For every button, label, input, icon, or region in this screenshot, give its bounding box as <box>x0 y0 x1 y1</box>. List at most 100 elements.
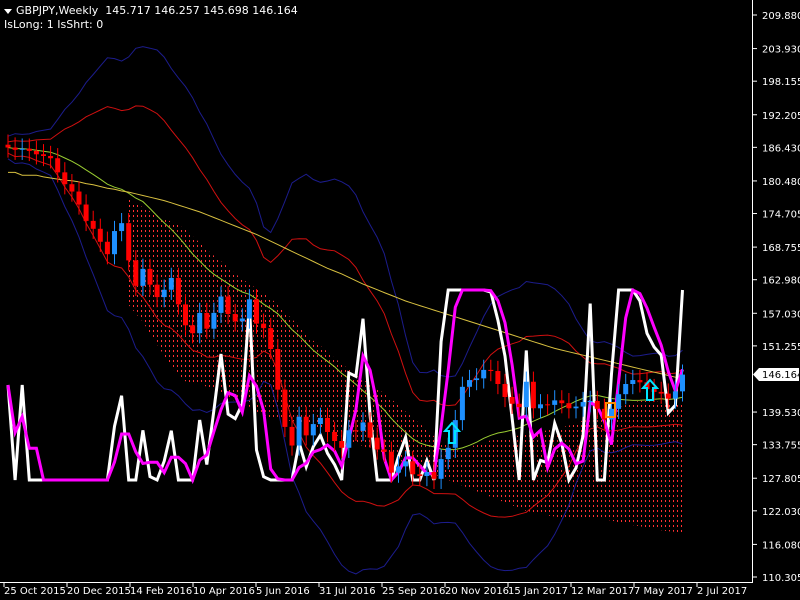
candle-body <box>552 400 558 405</box>
candle-body <box>573 406 579 409</box>
candle-body <box>41 154 46 156</box>
candle-body <box>83 204 89 221</box>
price-tick-label: 122.030 <box>762 507 800 518</box>
price-tick-label: 203.930 <box>762 45 800 56</box>
price-tick-label: 192.205 <box>762 111 800 122</box>
ohlc-values: 145.717 146.257 145.698 146.164 <box>105 4 298 17</box>
candle-body <box>112 231 117 255</box>
candle-body <box>403 461 409 467</box>
candle-body <box>580 402 586 407</box>
candle-body <box>545 404 551 406</box>
candle-body <box>76 191 82 205</box>
candle-body <box>658 391 664 394</box>
candle-body <box>211 312 217 329</box>
candle-body <box>445 447 451 460</box>
candle-body <box>672 391 678 399</box>
price-tick-label: 162.980 <box>762 276 800 287</box>
price-tick-label: 180.480 <box>762 177 800 188</box>
candle-body <box>168 277 174 290</box>
candle-body <box>388 451 394 473</box>
price-tick-label: 209.880 <box>762 11 800 22</box>
candle-body <box>133 260 139 286</box>
candle-body <box>289 426 295 446</box>
candle-body <box>346 430 352 448</box>
candle-body <box>261 323 267 329</box>
candle-body <box>474 378 480 381</box>
chart-header: GBPJPY,Weekly 145.717 146.257 145.698 14… <box>4 4 298 17</box>
candle-body <box>204 312 210 329</box>
candle-body <box>197 312 203 334</box>
candle-body <box>282 389 288 427</box>
candle-body <box>332 431 338 442</box>
candle-body <box>246 299 252 319</box>
symbol-label: GBPJPY,Weekly <box>16 4 99 17</box>
time-tick-label: 12 Mar 2017 <box>571 586 634 597</box>
candle-body <box>90 220 96 229</box>
candle-body <box>417 474 423 477</box>
current-price-tag: 146.164 <box>753 368 800 381</box>
candle-body <box>431 472 437 479</box>
candle-body <box>33 150 39 155</box>
candle-body <box>175 277 181 305</box>
price-tick-label: 174.705 <box>762 210 800 221</box>
candle-body <box>296 416 302 446</box>
candle-body <box>467 380 472 387</box>
time-tick-label: 10 Apr 2016 <box>193 586 255 597</box>
candle-body <box>481 369 487 379</box>
candle-body <box>55 158 61 173</box>
price-tick-label: 198.155 <box>762 77 800 88</box>
candle-body <box>190 325 196 334</box>
price-tick-label: 133.755 <box>762 441 800 452</box>
candle-body <box>424 472 430 477</box>
candle-body <box>19 148 25 150</box>
candle-body <box>523 381 529 408</box>
candle-body <box>353 430 359 432</box>
price-chart: 209.880 203.930 198.155 192.205 186.430 180.4… <box>0 0 800 600</box>
time-tick-label: 2 Jul 2017 <box>697 586 747 597</box>
candle-body <box>161 289 167 298</box>
candle-body <box>630 380 636 385</box>
candle-body <box>559 400 565 404</box>
candle-body <box>97 228 103 242</box>
candle-body <box>5 144 11 148</box>
candle-body <box>587 400 593 403</box>
candle-body <box>317 417 323 425</box>
candle-body <box>275 349 281 390</box>
candle-body <box>147 268 153 285</box>
candle-body <box>396 466 401 473</box>
candle-body <box>495 371 501 385</box>
current-price-label: 146.164 <box>762 370 800 381</box>
price-tick-label: 116.080 <box>762 540 800 551</box>
candle-body <box>62 172 68 185</box>
candle-body <box>239 318 245 322</box>
candle-body <box>126 223 132 261</box>
candle-body <box>104 241 110 255</box>
time-tick-label: 5 Jun 2016 <box>256 586 310 597</box>
candle-body <box>12 147 18 150</box>
candle-body <box>680 374 685 392</box>
candle-body <box>381 449 387 452</box>
candle-body <box>183 304 188 326</box>
candle-body <box>26 148 32 151</box>
time-tick-label: 31 Jul 2016 <box>319 586 376 597</box>
candle-body <box>459 386 465 421</box>
candle-body <box>218 296 224 313</box>
candle-body <box>140 268 146 286</box>
position-status: IsLong: 1 IsShrt: 0 <box>4 18 104 31</box>
candle-body <box>566 403 572 409</box>
candle-body <box>225 296 231 315</box>
candle-body <box>303 416 309 436</box>
time-tick-label: 20 Nov 2016 <box>445 586 509 597</box>
candle-body <box>310 424 316 436</box>
time-tick-label: 25 Oct 2015 <box>4 586 66 597</box>
price-tick-label: 127.805 <box>762 474 800 485</box>
candle-body <box>69 184 75 192</box>
time-tick-label: 20 Dec 2015 <box>67 586 131 597</box>
candle-body <box>637 380 643 383</box>
candle-body <box>438 459 444 479</box>
price-tick-label: 168.755 <box>762 243 800 254</box>
dropdown-triangle-icon[interactable] <box>4 8 12 14</box>
candle-body <box>594 400 600 409</box>
candle-body <box>232 314 238 322</box>
price-tick-label: 139.530 <box>762 408 800 419</box>
